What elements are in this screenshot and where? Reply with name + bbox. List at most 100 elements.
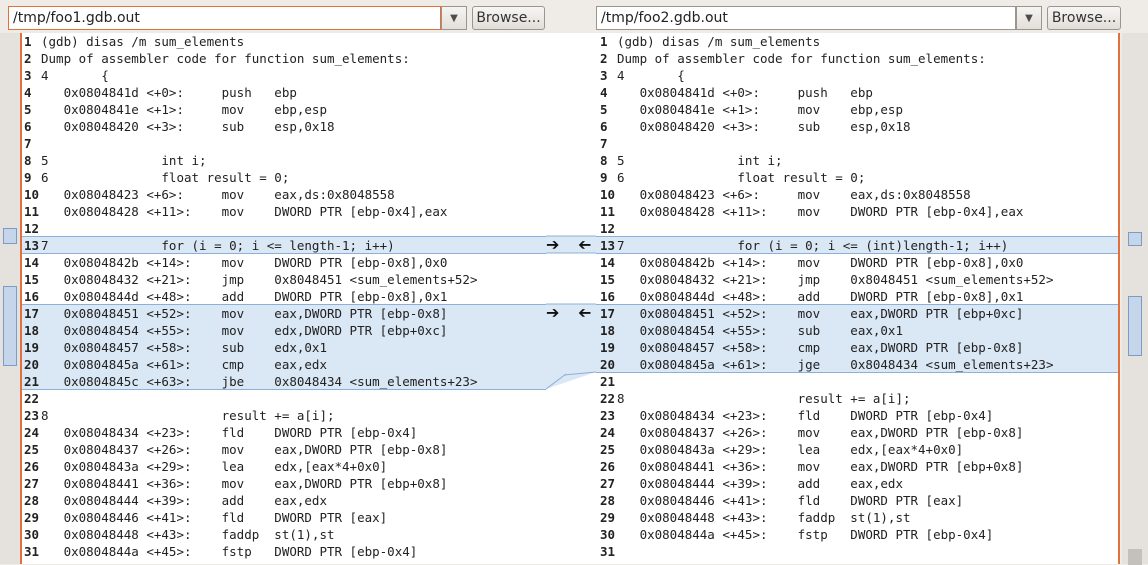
diff-line[interactable]: 7 bbox=[20, 135, 546, 152]
diff-line[interactable]: 22 8 result += a[i]; bbox=[596, 390, 1120, 407]
diff-line[interactable]: 14 0x0804842b <+14>: mov DWORD PTR [ebp-… bbox=[20, 254, 546, 271]
line-number: 15 bbox=[24, 272, 40, 287]
diff-line[interactable]: 19 0x08048457 <+58>: cmp eax,DWORD PTR [… bbox=[596, 339, 1120, 356]
diff-line[interactable]: 8 5 int i; bbox=[596, 152, 1120, 169]
left-overview-gutter[interactable] bbox=[0, 33, 20, 564]
diff-line[interactable]: 23 0x08048434 <+23>: fld DWORD PTR [ebp-… bbox=[596, 407, 1120, 424]
diff-line[interactable]: 30 0x0804844a <+45>: fstp DWORD PTR [ebp… bbox=[596, 526, 1120, 543]
right-diff-pane[interactable]: 1 (gdb) disas /m sum_elements 2 Dump of ass… bbox=[596, 33, 1120, 564]
left-file-path-field[interactable] bbox=[8, 6, 441, 30]
diff-line[interactable]: 13 7 for (i = 0; i <= (int)length-1; i++) bbox=[596, 237, 1120, 254]
diff-line[interactable]: 2 Dump of assembler code for function sum… bbox=[20, 50, 546, 67]
line-text: 0x08048432 <+21>: jmp 0x8048451 <sum_ele… bbox=[41, 272, 478, 287]
diff-line[interactable]: 12 bbox=[596, 220, 1120, 237]
diff-line[interactable]: 17 0x08048451 <+52>: mov eax,DWORD PTR [… bbox=[596, 305, 1120, 322]
right-path-dropdown-button[interactable]: ▼ bbox=[1016, 6, 1042, 30]
diff-line[interactable]: 3 4 { bbox=[596, 67, 1120, 84]
right-browse-button[interactable]: Browse... bbox=[1047, 6, 1121, 30]
line-number: 2 bbox=[24, 51, 32, 66]
diff-line[interactable]: 11 0x08048428 <+11>: mov DWORD PTR [ebp-… bbox=[20, 203, 546, 220]
line-text: 0x08048454 <+55>: mov edx,DWORD PTR [ebp… bbox=[41, 323, 448, 338]
arrow-right-icon[interactable]: ➔ bbox=[546, 237, 559, 253]
diff-line[interactable]: 25 0x08048437 <+26>: mov eax,DWORD PTR [… bbox=[20, 441, 546, 458]
diff-line[interactable]: 15 0x08048432 <+21>: jmp 0x8048451 <sum_… bbox=[596, 271, 1120, 288]
diff-line[interactable]: 28 0x08048446 <+41>: fld DWORD PTR [eax] bbox=[596, 492, 1120, 509]
line-number: 23 bbox=[24, 408, 40, 423]
diff-line[interactable]: 10 0x08048423 <+6>: mov eax,ds:0x8048558 bbox=[596, 186, 1120, 203]
line-text: 0x0804844d <+48>: add DWORD PTR [ebp-0x8… bbox=[617, 289, 1024, 304]
diff-line[interactable]: 6 0x08048420 <+3>: sub esp,0x18 bbox=[20, 118, 546, 135]
diff-line[interactable]: 26 0x08048441 <+36>: mov eax,DWORD PTR [… bbox=[596, 458, 1120, 475]
diff-line[interactable]: 24 0x08048434 <+23>: fld DWORD PTR [ebp-… bbox=[20, 424, 546, 441]
diff-line[interactable]: 2 Dump of assembler code for function sum… bbox=[596, 50, 1120, 67]
diff-line[interactable]: 7 bbox=[596, 135, 1120, 152]
diff-line[interactable]: 27 0x08048444 <+39>: add eax,edx bbox=[596, 475, 1120, 492]
diff-line[interactable]: 20 0x0804845a <+61>: jge 0x8048434 <sum_… bbox=[596, 356, 1120, 373]
diff-line[interactable]: 16 0x0804844d <+48>: add DWORD PTR [ebp-… bbox=[596, 288, 1120, 305]
diff-line[interactable]: 10 0x08048423 <+6>: mov eax,ds:0x8048558 bbox=[20, 186, 546, 203]
diff-line[interactable]: 30 0x08048448 <+43>: faddp st(1),st bbox=[20, 526, 546, 543]
diff-line[interactable]: 27 0x08048441 <+36>: mov eax,DWORD PTR [… bbox=[20, 475, 546, 492]
line-number: 29 bbox=[24, 510, 40, 525]
diff-line[interactable]: 17 0x08048451 <+52>: mov eax,DWORD PTR [… bbox=[20, 305, 546, 322]
diff-line[interactable]: 1 (gdb) disas /m sum_elements bbox=[20, 33, 546, 50]
diff-line[interactable]: 31 0x0804844a <+45>: fstp DWORD PTR [ebp… bbox=[20, 543, 546, 560]
line-text: 0x0804845a <+61>: jge 0x8048434 <sum_ele… bbox=[617, 357, 1054, 372]
arrow-left-icon[interactable]: ➔ bbox=[578, 303, 591, 322]
diff-line[interactable]: 5 0x0804841e <+1>: mov ebp,esp bbox=[596, 101, 1120, 118]
diff-line[interactable]: 22 bbox=[20, 390, 546, 407]
diff-line[interactable]: 19 0x08048457 <+58>: sub edx,0x1 bbox=[20, 339, 546, 356]
line-number: 25 bbox=[600, 442, 616, 457]
diff-line[interactable]: 13 7 for (i = 0; i <= length-1; i++) bbox=[20, 237, 546, 254]
line-number: 16 bbox=[600, 289, 616, 304]
diff-line[interactable]: 18 0x08048454 <+55>: sub eax,0x1 bbox=[596, 322, 1120, 339]
line-number: 23 bbox=[600, 408, 616, 423]
diff-line[interactable]: 28 0x08048444 <+39>: add eax,edx bbox=[20, 492, 546, 509]
diff-line[interactable]: 1 (gdb) disas /m sum_elements bbox=[596, 33, 1120, 50]
diff-line[interactable]: 4 0x0804841d <+0>: push ebp bbox=[596, 84, 1120, 101]
diff-line[interactable]: 9 6 float result = 0; bbox=[20, 169, 546, 186]
line-text: 0x08048446 <+41>: fld DWORD PTR [eax] bbox=[617, 493, 964, 508]
scrollbar-thumb[interactable] bbox=[1128, 549, 1142, 565]
diff-line[interactable]: 14 0x0804842b <+14>: mov DWORD PTR [ebp-… bbox=[596, 254, 1120, 271]
diff-line[interactable]: 25 0x0804843a <+29>: lea edx,[eax*4+0x0] bbox=[596, 441, 1120, 458]
line-number: 31 bbox=[600, 544, 616, 559]
diff-line[interactable]: 29 0x08048446 <+41>: fld DWORD PTR [eax] bbox=[20, 509, 546, 526]
diff-line[interactable]: 26 0x0804843a <+29>: lea edx,[eax*4+0x0] bbox=[20, 458, 546, 475]
arrow-right-icon[interactable]: ➔ bbox=[546, 305, 559, 321]
left-pane-focus-border bbox=[20, 33, 22, 564]
diff-line[interactable]: 23 8 result += a[i]; bbox=[20, 407, 546, 424]
diff-line[interactable]: 21 0x0804845c <+63>: jbe 0x8048434 <sum_… bbox=[20, 373, 546, 390]
diff-line[interactable]: 5 0x0804841e <+1>: mov ebp,esp bbox=[20, 101, 546, 118]
diff-line[interactable]: 3 4 { bbox=[20, 67, 546, 84]
diff-line[interactable]: 16 0x0804844d <+48>: add DWORD PTR [ebp-… bbox=[20, 288, 546, 305]
line-text: 0x0804843a <+29>: lea edx,[eax*4+0x0] bbox=[41, 459, 388, 474]
diff-line[interactable]: 9 6 float result = 0; bbox=[596, 169, 1120, 186]
diff-line[interactable]: 6 0x08048420 <+3>: sub esp,0x18 bbox=[596, 118, 1120, 135]
diff-line[interactable]: 31 bbox=[596, 543, 1120, 560]
left-path-dropdown-button[interactable]: ▼ bbox=[441, 6, 467, 30]
line-number: 16 bbox=[24, 289, 40, 304]
diff-line[interactable]: 21 bbox=[596, 373, 1120, 390]
right-overview-gutter[interactable] bbox=[1122, 33, 1148, 565]
line-number: 6 bbox=[24, 119, 32, 134]
line-number: 5 bbox=[600, 102, 608, 117]
line-number: 29 bbox=[600, 510, 616, 525]
diff-line[interactable]: 4 0x0804841d <+0>: push ebp bbox=[20, 84, 546, 101]
arrow-left-icon[interactable]: ➔ bbox=[578, 235, 591, 254]
diff-line[interactable]: 20 0x0804845a <+61>: cmp eax,edx bbox=[20, 356, 546, 373]
line-text: 0x08048437 <+26>: mov eax,DWORD PTR [ebp… bbox=[41, 442, 448, 457]
diff-line[interactable]: 24 0x08048437 <+26>: mov eax,DWORD PTR [… bbox=[596, 424, 1120, 441]
diff-line[interactable]: 11 0x08048428 <+11>: mov DWORD PTR [ebp-… bbox=[596, 203, 1120, 220]
left-browse-button[interactable]: Browse... bbox=[472, 6, 545, 30]
diff-line[interactable]: 15 0x08048432 <+21>: jmp 0x8048451 <sum_… bbox=[20, 271, 546, 288]
right-file-path-input[interactable] bbox=[601, 9, 1001, 27]
diff-line[interactable]: 12 bbox=[20, 220, 546, 237]
diff-line[interactable]: 8 5 int i; bbox=[20, 152, 546, 169]
diff-line[interactable]: 29 0x08048448 <+43>: faddp st(1),st bbox=[596, 509, 1120, 526]
left-diff-pane[interactable]: 1 (gdb) disas /m sum_elements 2 Dump of ass… bbox=[20, 33, 546, 564]
diff-line[interactable]: 18 0x08048454 <+55>: mov edx,DWORD PTR [… bbox=[20, 322, 546, 339]
right-file-path-field[interactable] bbox=[596, 6, 1016, 30]
left-file-path-input[interactable] bbox=[13, 9, 413, 27]
line-text: 0x0804844a <+45>: fstp DWORD PTR [ebp-0x… bbox=[617, 527, 994, 542]
